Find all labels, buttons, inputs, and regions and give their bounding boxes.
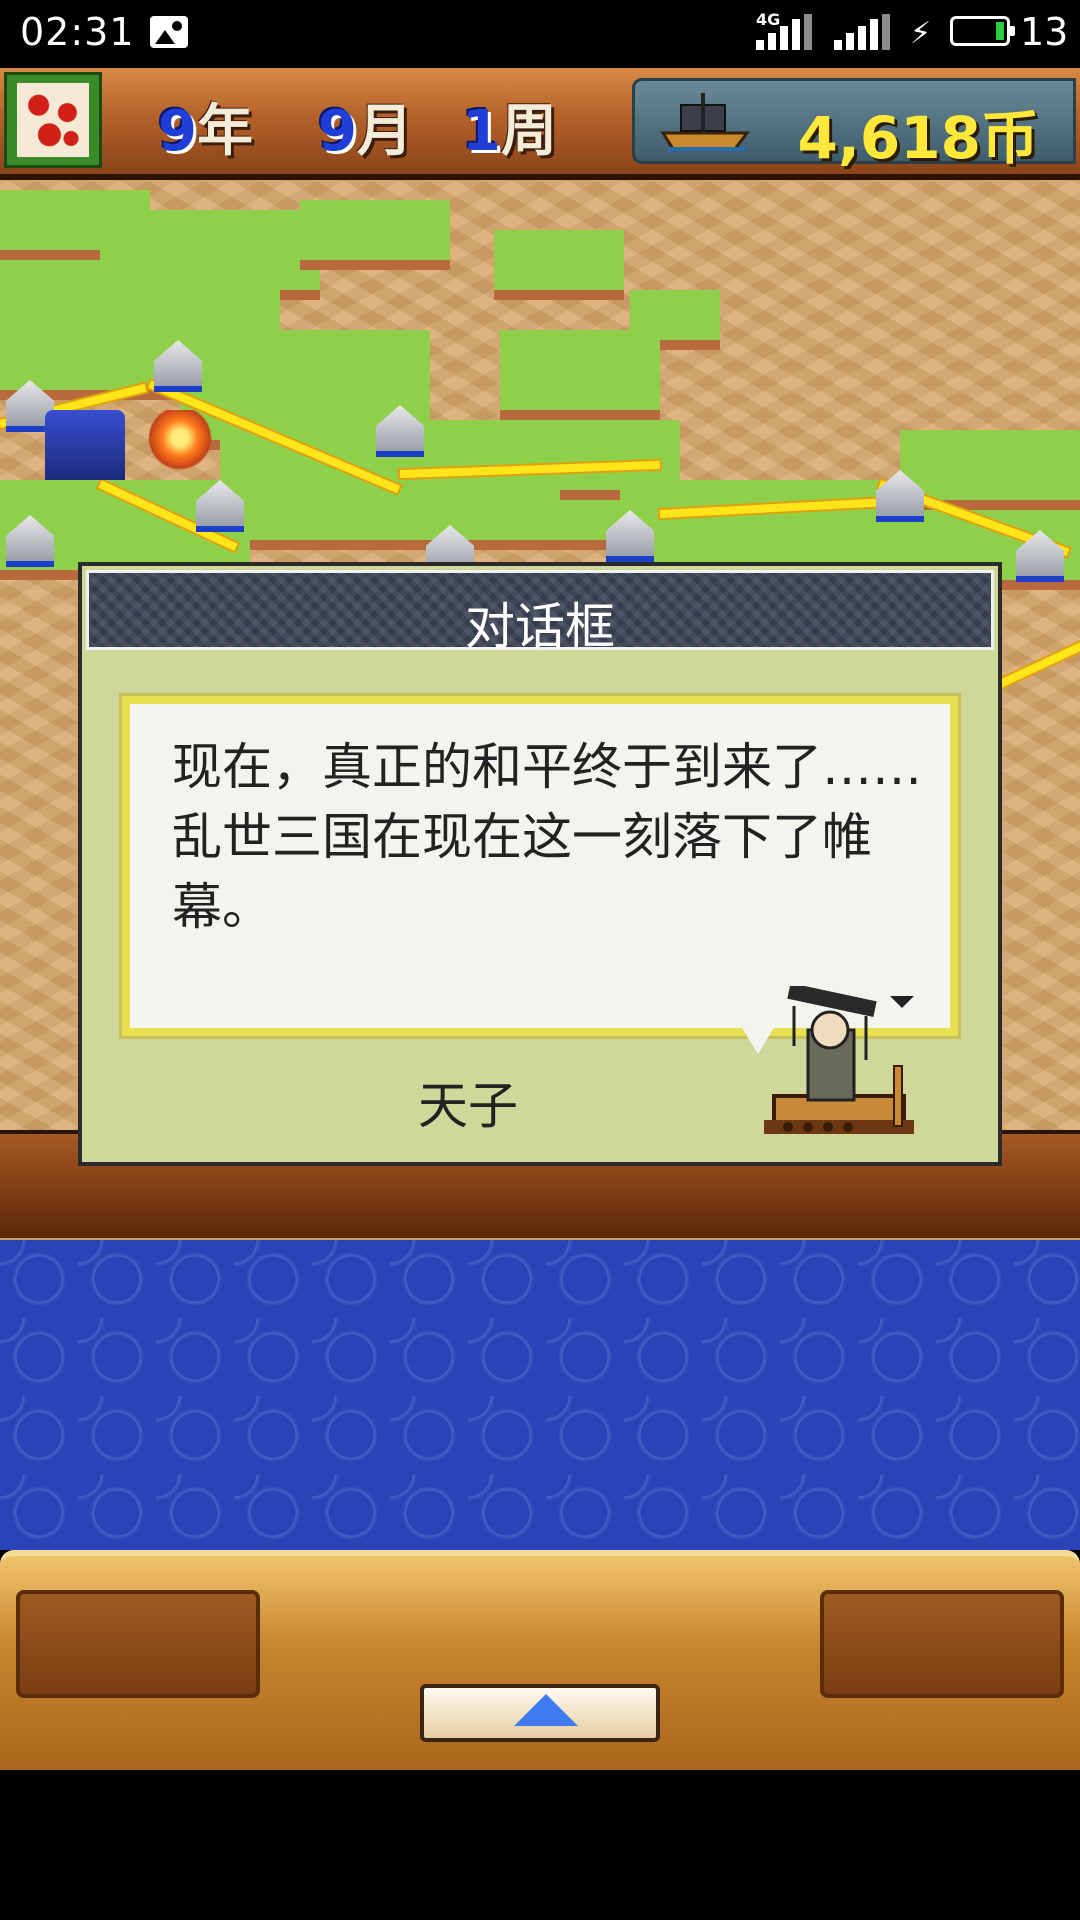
status-bar: 02:31 4G ⚡ 13 [0, 0, 1080, 68]
dialog-box[interactable]: 对话框 现在，真正的和平终于到来了……乱世三国在现在这一刻落下了帷幕。 天子 [78, 562, 1002, 1166]
up-arrow-icon [514, 1694, 578, 1726]
signal-icon [834, 14, 892, 50]
bottom-black-area [0, 1770, 1080, 1920]
expand-up-button[interactable] [420, 1684, 660, 1742]
hill-tile [500, 330, 660, 420]
speaker-name: 天子 [418, 1077, 518, 1135]
battery-icon [950, 16, 1015, 46]
clan-emblem-icon[interactable] [4, 72, 102, 168]
hill-tile [494, 230, 624, 300]
bottom-panel [0, 1550, 1080, 1776]
gallery-icon [150, 16, 188, 48]
blue-pattern-area [0, 1240, 1080, 1550]
battery-level: 13 [1020, 10, 1069, 54]
road [998, 642, 1080, 688]
charging-bolt-icon: ⚡ [910, 16, 932, 51]
date-week: 1周 [462, 99, 557, 164]
hill-tile [300, 200, 450, 270]
right-slot-button[interactable] [820, 1590, 1064, 1698]
date-year: 9年 [158, 99, 253, 164]
game-top-bar: 9年 9月 1周 4,618币 [0, 68, 1080, 180]
dialog-header: 对话框 [86, 570, 994, 656]
money-amount: 4,618币 [797, 104, 1039, 172]
money-panel: 4,618币 [632, 78, 1076, 172]
speech-bubble: 现在，真正的和平终于到来了……乱世三国在现在这一刻落下了帷幕。 [119, 693, 961, 1039]
left-slot-button[interactable] [16, 1590, 260, 1698]
date-month: 9月 [318, 99, 413, 164]
ship-icon [660, 93, 750, 151]
signal-icon [756, 14, 814, 50]
status-time: 02:31 [20, 10, 135, 54]
dialog-message: 现在，真正的和平终于到来了……乱世三国在现在这一刻落下了帷幕。 [172, 738, 922, 936]
burning-camp-icon[interactable] [140, 410, 220, 480]
dialog-title: 对话框 [465, 598, 615, 656]
emperor-avatar-icon [764, 986, 914, 1134]
enemy-castle-icon[interactable] [45, 410, 125, 480]
